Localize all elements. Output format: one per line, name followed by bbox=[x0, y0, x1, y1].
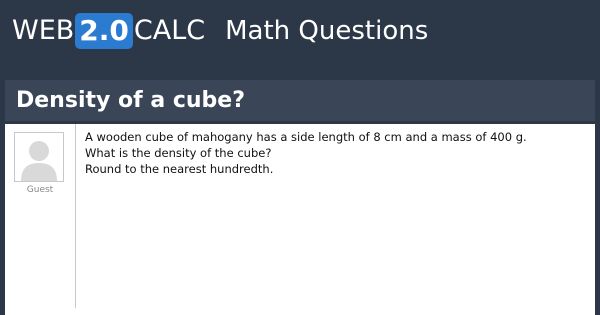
question-line: A wooden cube of mahogany has a side len… bbox=[85, 130, 527, 144]
avatar bbox=[14, 132, 64, 182]
section-link-math-questions[interactable]: Math Questions bbox=[225, 13, 428, 49]
site-header: WEB 2.0 CALC Math Questions bbox=[0, 0, 600, 64]
question-panel: Guest A wooden cube of mahogany has a si… bbox=[5, 124, 595, 315]
site-logo[interactable]: WEB 2.0 CALC Math Questions bbox=[12, 13, 428, 49]
page-title: Density of a cube? bbox=[16, 88, 245, 113]
question-line: Round to the nearest hundredth. bbox=[85, 162, 274, 176]
logo-version-badge: 2.0 bbox=[75, 13, 133, 49]
logo-calc-text: CALC bbox=[133, 15, 206, 46]
question-body: A wooden cube of mahogany has a side len… bbox=[85, 129, 590, 177]
question-title-bar: Density of a cube? bbox=[5, 80, 595, 121]
question-line: What is the density of the cube? bbox=[85, 146, 272, 160]
author-name: Guest bbox=[26, 185, 54, 195]
default-user-avatar-icon bbox=[15, 133, 63, 181]
logo-web-text: WEB bbox=[12, 15, 75, 46]
author-column: Guest bbox=[5, 124, 76, 308]
